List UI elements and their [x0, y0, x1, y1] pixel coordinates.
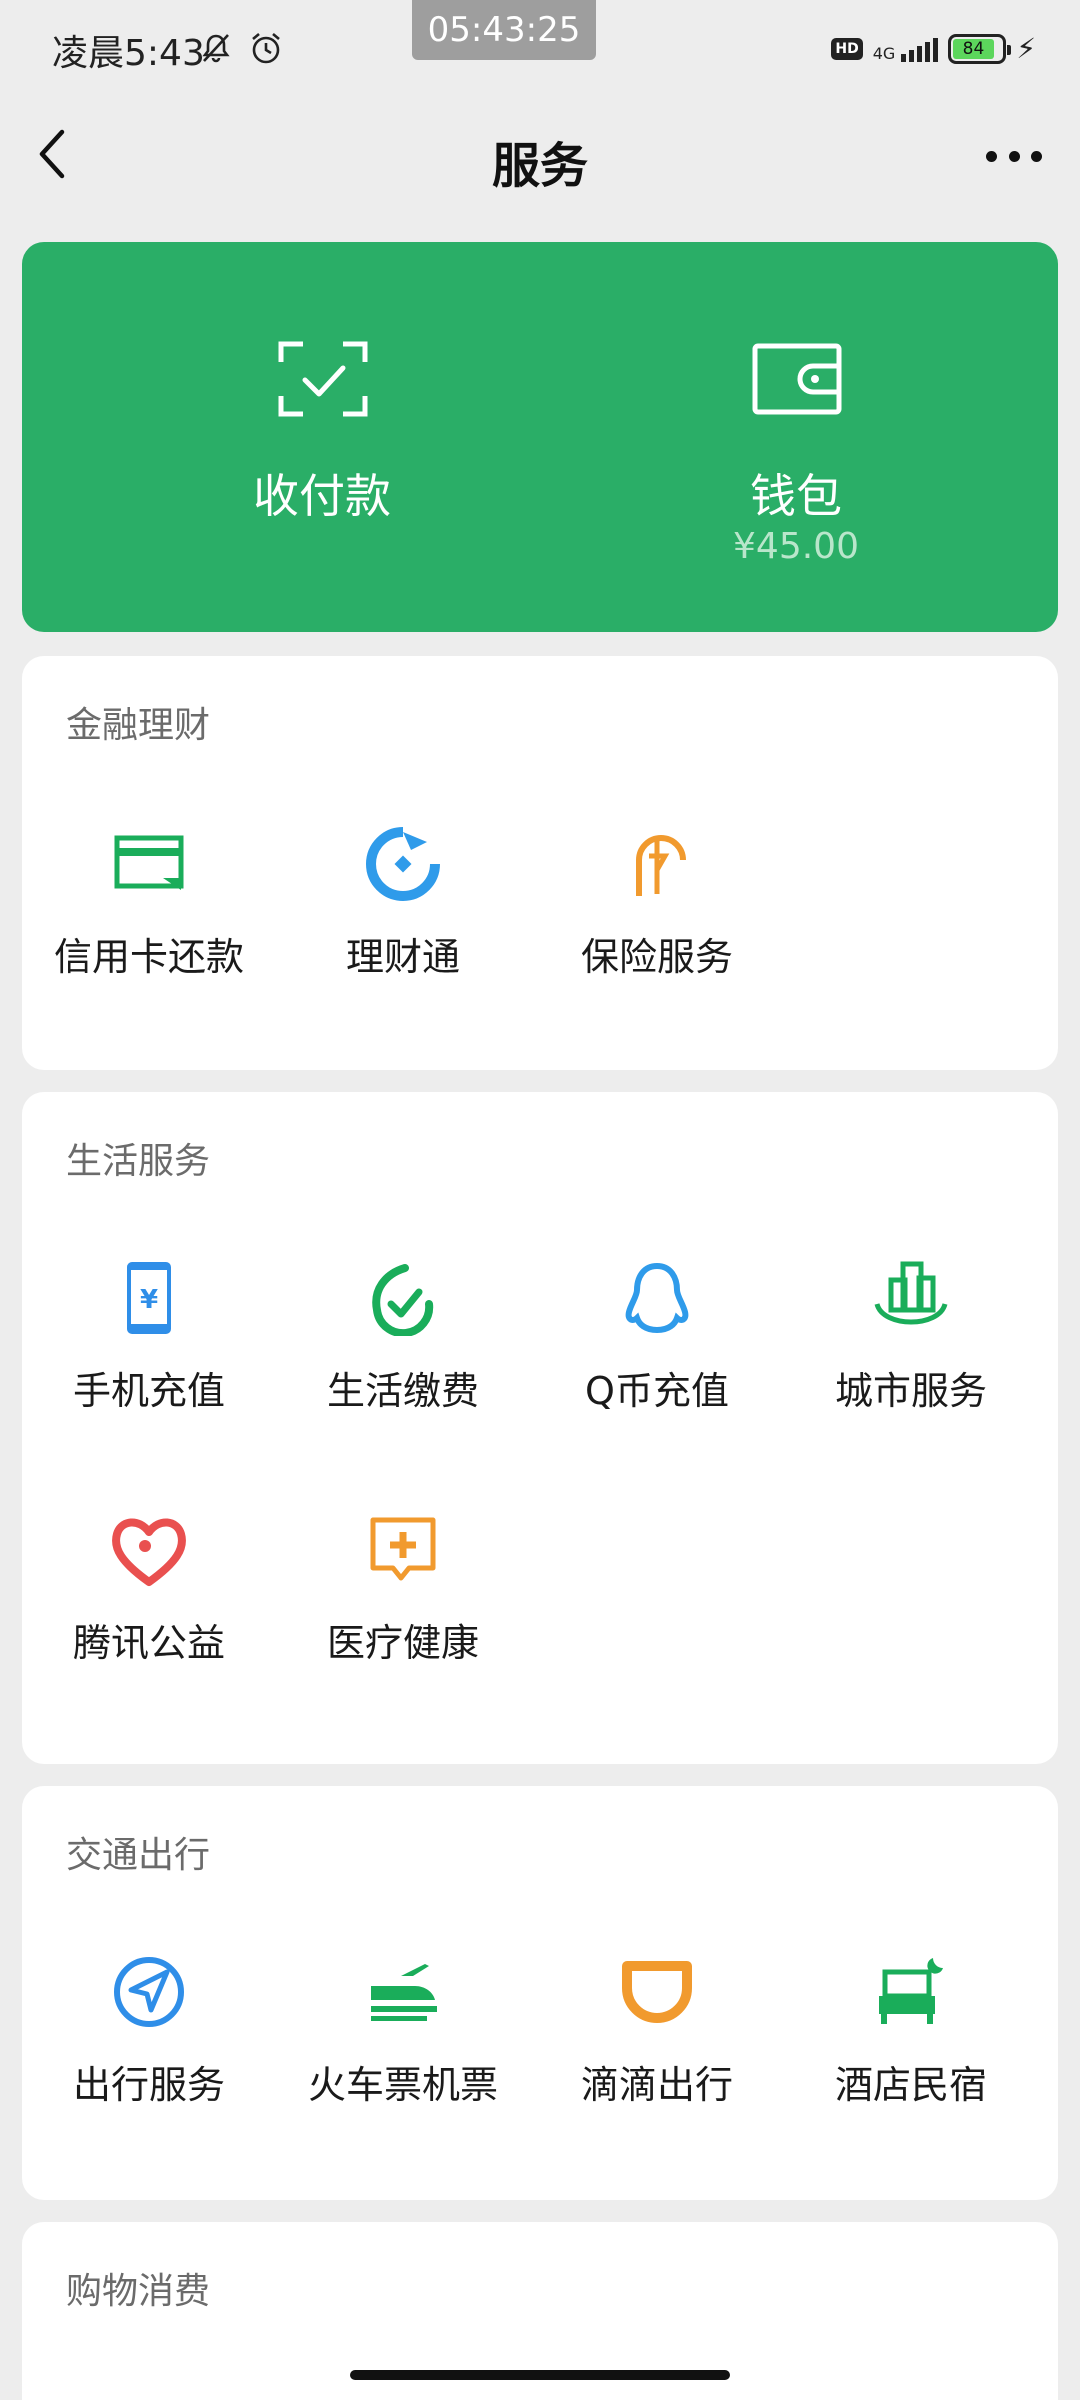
bill-pay-item[interactable]: 生活缴费	[276, 1260, 530, 1480]
section-title: 购物消费	[66, 2271, 211, 2312]
home-indicator[interactable]	[350, 2370, 730, 2380]
collect-pay-button[interactable]: 收付款	[142, 242, 502, 632]
item-label: 滴滴出行	[580, 2063, 733, 2107]
train-plane-ticket-item[interactable]: 火车票机票	[276, 1954, 530, 2174]
item-label: 城市服务	[834, 1369, 987, 1413]
hd-badge: HD	[831, 37, 863, 60]
navigation-arrow-icon	[114, 1957, 184, 2027]
item-label: 手机充值	[72, 1369, 225, 1413]
credit-card-icon	[114, 835, 184, 890]
credit-card-repay-item[interactable]: 信用卡还款	[22, 826, 276, 1046]
tencent-charity-item[interactable]: 腾讯公益	[22, 1512, 276, 1732]
signal-icon: 4G	[873, 36, 939, 62]
item-label: 火车票机票	[307, 2063, 498, 2107]
alarm-icon	[252, 33, 280, 64]
q-coin-item[interactable]: Q币充值	[530, 1260, 784, 1480]
more-button[interactable]	[986, 146, 1042, 166]
section-title: 生活服务	[66, 1141, 211, 1182]
insurance-item[interactable]: 保险服务	[530, 826, 784, 1046]
medical-health-item[interactable]: 医疗健康	[276, 1512, 530, 1732]
licaitong-item[interactable]: 理财通	[276, 826, 530, 1046]
scan-check-icon	[278, 341, 368, 417]
item-label: 信用卡还款	[53, 935, 244, 979]
network-type: 4G	[872, 43, 896, 63]
item-label: 腾讯公益	[72, 1621, 225, 1665]
insurance-icon	[636, 835, 686, 896]
svg-text:¥: ¥	[140, 1285, 158, 1315]
battery-level: 84	[953, 38, 994, 59]
battery-icon: 84	[948, 33, 1012, 64]
wallet-label: 钱包	[750, 469, 842, 523]
status-bar: 凌晨5:43 05:43:25 HD 4G 84 ⚡	[0, 0, 1080, 100]
section-title: 交通出行	[66, 1835, 211, 1876]
status-time: 凌晨5:43	[52, 33, 205, 74]
status-left-icons	[198, 30, 284, 66]
more-dots-icon	[986, 150, 997, 162]
status-right-icons: HD 4G 84 ⚡	[831, 32, 1036, 65]
more-dot	[1008, 150, 1020, 162]
bill-pay-icon	[372, 1264, 434, 1336]
more-dot	[1031, 150, 1042, 162]
qq-penguin-icon	[625, 1262, 689, 1334]
phone-topup-item[interactable]: ¥ 手机充值	[22, 1260, 276, 1480]
item-label: 生活缴费	[326, 1369, 479, 1413]
item-label: 出行服务	[72, 2063, 225, 2107]
collect-pay-label: 收付款	[253, 469, 391, 523]
travel-service-item[interactable]: 出行服务	[22, 1954, 276, 2174]
wallet-button[interactable]: 钱包 ¥45.00	[616, 242, 976, 632]
hotel-bed-icon	[879, 1958, 943, 2024]
wallet-icon	[752, 343, 842, 415]
charity-heart-icon	[112, 1518, 186, 1586]
city-building-icon	[874, 1261, 948, 1325]
didi-icon	[622, 1961, 692, 2023]
item-label: Q币充值	[585, 1369, 729, 1413]
item-label: 保险服务	[580, 935, 733, 979]
train-plane-icon	[371, 1964, 437, 2021]
nav-bar: 服务	[0, 100, 1080, 212]
didi-item[interactable]: 滴滴出行	[530, 1954, 784, 2174]
item-label: 医疗健康	[326, 1621, 479, 1665]
section-finance: 金融理财 信用卡还款 理财通 保险服务	[22, 656, 1058, 1070]
charging-icon: ⚡	[1016, 32, 1036, 65]
city-service-item[interactable]: 城市服务	[784, 1260, 1038, 1480]
page-title: 服务	[491, 138, 588, 194]
silent-bell-icon	[202, 34, 230, 63]
licaitong-icon	[366, 827, 440, 901]
hotel-item[interactable]: 酒店民宿	[784, 1954, 1038, 2174]
screen-recording-timer: 05:43:25	[412, 0, 596, 60]
item-label: 酒店民宿	[834, 2063, 987, 2107]
section-life: 生活服务 ¥ 手机充值 生活缴费 Q币充值 城市服务 腾讯公益 医疗健康	[22, 1092, 1058, 1764]
medical-plus-icon	[370, 1517, 436, 1581]
pay-card: 收付款 钱包 ¥45.00	[22, 242, 1058, 632]
wallet-balance: ¥45.00	[733, 526, 859, 567]
section-title: 金融理财	[66, 705, 211, 746]
item-label: 理财通	[345, 935, 460, 979]
section-travel: 交通出行 出行服务 火车票机票 滴滴出行 酒店民宿	[22, 1786, 1058, 2200]
phone-topup-icon: ¥	[127, 1262, 171, 1334]
